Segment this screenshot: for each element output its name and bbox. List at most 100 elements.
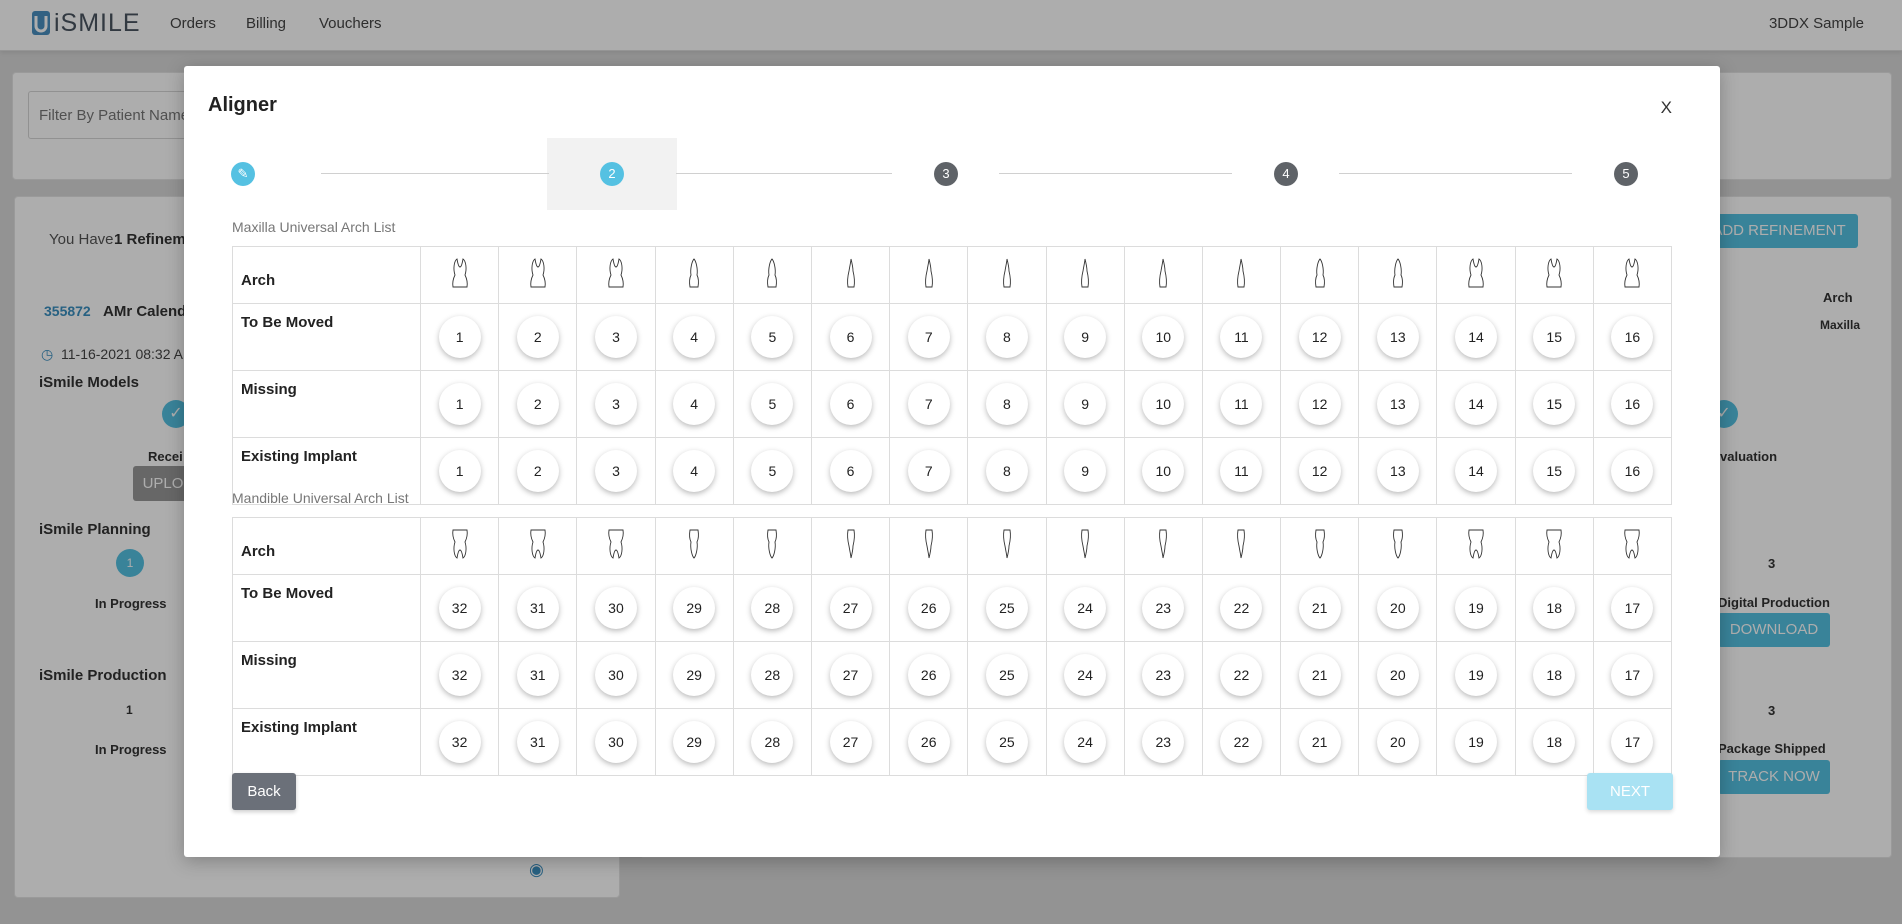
tooth-number-button[interactable]: 28	[751, 721, 794, 763]
tooth-number-button[interactable]: 32	[438, 654, 481, 696]
tooth-number-button[interactable]: 31	[516, 587, 559, 629]
tooth-number-button[interactable]: 23	[1142, 721, 1185, 763]
tooth-number-button[interactable]: 23	[1142, 654, 1185, 696]
tooth-number-button[interactable]: 6	[829, 316, 872, 358]
tooth-number-button[interactable]: 19	[1455, 654, 1498, 696]
step-1-edit-icon[interactable]: ✎	[231, 162, 255, 186]
tooth-number-button[interactable]: 13	[1376, 450, 1419, 492]
tooth-number-button[interactable]: 10	[1142, 450, 1185, 492]
tooth-number-button[interactable]: 21	[1298, 654, 1341, 696]
tooth-number-button[interactable]: 32	[438, 587, 481, 629]
tooth-number-button[interactable]: 30	[594, 654, 637, 696]
tooth-number-button[interactable]: 32	[438, 721, 481, 763]
tooth-number-button[interactable]: 15	[1533, 450, 1576, 492]
tooth-number-button[interactable]: 10	[1142, 383, 1185, 425]
tooth-number-button[interactable]: 5	[751, 450, 794, 492]
tooth-number-button[interactable]: 17	[1611, 654, 1654, 696]
tooth-number-button[interactable]: 6	[829, 383, 872, 425]
tooth-number-button[interactable]: 9	[1064, 316, 1107, 358]
tooth-number-button[interactable]: 24	[1064, 587, 1107, 629]
tooth-number-button[interactable]: 8	[985, 383, 1028, 425]
tooth-number-button[interactable]: 4	[673, 383, 716, 425]
tooth-number-button[interactable]: 27	[829, 587, 872, 629]
tooth-number-button[interactable]: 30	[594, 721, 637, 763]
tooth-number-button[interactable]: 19	[1455, 587, 1498, 629]
tooth-number-button[interactable]: 5	[751, 316, 794, 358]
tooth-number-button[interactable]: 22	[1220, 654, 1263, 696]
tooth-number-button[interactable]: 8	[985, 316, 1028, 358]
tooth-number-button[interactable]: 24	[1064, 654, 1107, 696]
tooth-number-button[interactable]: 22	[1220, 587, 1263, 629]
tooth-number-button[interactable]: 5	[751, 383, 794, 425]
tooth-number-button[interactable]: 18	[1533, 654, 1576, 696]
tooth-number-button[interactable]: 7	[907, 383, 950, 425]
tooth-number-button[interactable]: 13	[1376, 316, 1419, 358]
tooth-number-button[interactable]: 21	[1298, 587, 1341, 629]
tooth-number-button[interactable]: 11	[1220, 383, 1263, 425]
tooth-number-button[interactable]: 21	[1298, 721, 1341, 763]
tooth-number-button[interactable]: 25	[985, 654, 1028, 696]
tooth-number-button[interactable]: 25	[985, 587, 1028, 629]
tooth-number-button[interactable]: 8	[985, 450, 1028, 492]
tooth-number-button[interactable]: 9	[1064, 450, 1107, 492]
tooth-number-button[interactable]: 29	[673, 654, 716, 696]
tooth-number-button[interactable]: 29	[673, 721, 716, 763]
step-3[interactable]: 3	[934, 162, 958, 186]
tooth-number-button[interactable]: 18	[1533, 721, 1576, 763]
tooth-number-button[interactable]: 26	[907, 721, 950, 763]
tooth-number-button[interactable]: 2	[516, 316, 559, 358]
tooth-number-button[interactable]: 9	[1064, 383, 1107, 425]
tooth-number-button[interactable]: 20	[1376, 721, 1419, 763]
tooth-number-button[interactable]: 19	[1455, 721, 1498, 763]
tooth-number-button[interactable]: 12	[1298, 383, 1341, 425]
tooth-number-button[interactable]: 26	[907, 587, 950, 629]
next-button[interactable]: NEXT	[1587, 773, 1673, 810]
tooth-number-button[interactable]: 2	[516, 383, 559, 425]
tooth-number-button[interactable]: 6	[829, 450, 872, 492]
tooth-number-button[interactable]: 28	[751, 654, 794, 696]
tooth-number-button[interactable]: 25	[985, 721, 1028, 763]
tooth-number-button[interactable]: 16	[1611, 450, 1654, 492]
tooth-number-button[interactable]: 20	[1376, 587, 1419, 629]
tooth-number-button[interactable]: 14	[1455, 316, 1498, 358]
tooth-number-button[interactable]: 12	[1298, 450, 1341, 492]
tooth-number-button[interactable]: 7	[907, 316, 950, 358]
tooth-number-button[interactable]: 4	[673, 450, 716, 492]
tooth-number-button[interactable]: 15	[1533, 383, 1576, 425]
tooth-number-button[interactable]: 13	[1376, 383, 1419, 425]
tooth-number-button[interactable]: 31	[516, 654, 559, 696]
tooth-number-button[interactable]: 12	[1298, 316, 1341, 358]
tooth-number-button[interactable]: 17	[1611, 721, 1654, 763]
tooth-number-button[interactable]: 30	[594, 587, 637, 629]
tooth-number-button[interactable]: 29	[673, 587, 716, 629]
tooth-number-button[interactable]: 26	[907, 654, 950, 696]
tooth-number-button[interactable]: 3	[594, 316, 637, 358]
tooth-number-button[interactable]: 16	[1611, 383, 1654, 425]
step-2[interactable]: 2	[600, 162, 624, 186]
tooth-number-button[interactable]: 17	[1611, 587, 1654, 629]
back-button[interactable]: Back	[232, 773, 296, 810]
tooth-number-button[interactable]: 14	[1455, 450, 1498, 492]
step-5[interactable]: 5	[1614, 162, 1638, 186]
step-4[interactable]: 4	[1274, 162, 1298, 186]
tooth-number-button[interactable]: 23	[1142, 587, 1185, 629]
tooth-number-button[interactable]: 22	[1220, 721, 1263, 763]
tooth-number-button[interactable]: 24	[1064, 721, 1107, 763]
tooth-number-button[interactable]: 15	[1533, 316, 1576, 358]
tooth-number-button[interactable]: 11	[1220, 316, 1263, 358]
tooth-number-button[interactable]: 10	[1142, 316, 1185, 358]
tooth-number-button[interactable]: 7	[907, 450, 950, 492]
tooth-number-button[interactable]: 16	[1611, 316, 1654, 358]
tooth-number-button[interactable]: 1	[438, 383, 481, 425]
tooth-number-button[interactable]: 4	[673, 316, 716, 358]
tooth-number-button[interactable]: 18	[1533, 587, 1576, 629]
tooth-number-button[interactable]: 1	[438, 316, 481, 358]
tooth-number-button[interactable]: 1	[438, 450, 481, 492]
tooth-number-button[interactable]: 20	[1376, 654, 1419, 696]
tooth-number-button[interactable]: 28	[751, 587, 794, 629]
close-button[interactable]: X	[1661, 98, 1672, 118]
tooth-number-button[interactable]: 11	[1220, 450, 1263, 492]
tooth-number-button[interactable]: 14	[1455, 383, 1498, 425]
tooth-number-button[interactable]: 2	[516, 450, 559, 492]
tooth-number-button[interactable]: 3	[594, 383, 637, 425]
